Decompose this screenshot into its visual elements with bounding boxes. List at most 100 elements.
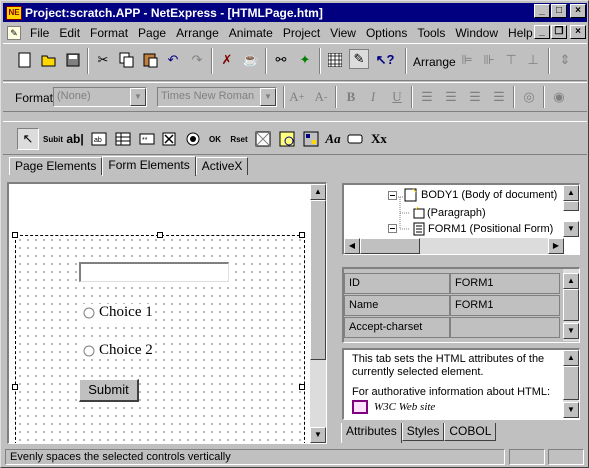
ok-button-tool-icon[interactable]: OK (205, 129, 225, 149)
menu-view[interactable]: View (325, 26, 361, 40)
align-text-center-icon[interactable]: ☰ (441, 87, 461, 107)
mdi-close-button[interactable]: × (570, 25, 586, 39)
copy-icon[interactable] (117, 50, 137, 70)
tab-styles[interactable]: Styles (401, 423, 445, 441)
scroll-down-icon[interactable]: ▼ (563, 323, 579, 339)
tree-item-paragraph[interactable]: (Paragraph) (412, 206, 486, 220)
scroll-up-icon[interactable]: ▲ (563, 350, 579, 366)
submit-button[interactable]: Submit (79, 379, 139, 402)
align-text-left-icon[interactable]: ☰ (417, 87, 437, 107)
new-icon[interactable] (15, 50, 35, 70)
imagemap-tool-icon[interactable] (277, 129, 297, 149)
scroll-down-icon[interactable]: ▼ (563, 221, 579, 237)
edit-mode-icon[interactable]: ✎ (349, 49, 369, 69)
font-grow-icon[interactable]: A + (287, 87, 307, 107)
title-bar[interactable]: NE Project:scratch.APP - NetExpress - [H… (3, 3, 587, 22)
menu-options[interactable]: Options (361, 26, 412, 40)
font-shrink-icon[interactable]: A- (311, 87, 331, 107)
maximize-button[interactable]: □ (551, 4, 567, 18)
tab-attributes[interactable]: Attributes (341, 423, 402, 443)
resize-handle[interactable] (12, 384, 18, 390)
cut-icon[interactable]: ✂ (93, 50, 113, 70)
tree-collapse-icon[interactable] (388, 191, 397, 203)
image-tool-icon[interactable] (253, 129, 273, 149)
outline-tree[interactable]: BODY1 (Body of document) (Paragraph) FOR… (342, 183, 580, 255)
radio-choice-1[interactable]: Choice 1 (83, 304, 153, 321)
reset-tool-icon[interactable]: Rset (229, 129, 249, 149)
w3c-link[interactable]: W3C Web site (352, 400, 435, 414)
tree-hscroll[interactable]: ◀ ▶ (344, 238, 564, 254)
background-icon[interactable]: ◉ (549, 87, 569, 107)
chevron-down-icon[interactable]: ▼ (130, 88, 146, 106)
grid-scrollbar[interactable]: ▲ ▼ (563, 269, 579, 341)
prop-value[interactable] (450, 317, 560, 338)
menu-help[interactable]: Help (503, 26, 538, 40)
save-icon[interactable] (63, 50, 83, 70)
menu-window[interactable]: Window (450, 26, 503, 40)
align-left-icon[interactable]: ⊫ (457, 50, 477, 70)
style-combo[interactable]: (None) ▼ (53, 87, 147, 107)
help-scrollbar[interactable]: ▲ ▼ (563, 350, 579, 418)
link-icon[interactable]: ⚯ (271, 50, 291, 70)
password-tool-icon[interactable]: ** (137, 129, 157, 149)
textarea-tool-icon[interactable]: ab (89, 129, 109, 149)
grid-icon[interactable] (325, 50, 345, 70)
color-icon[interactable]: ◎ (519, 87, 539, 107)
table-tool-icon[interactable] (113, 129, 133, 149)
tab-page-elements[interactable]: Page Elements (9, 157, 103, 175)
scroll-up-icon[interactable]: ▲ (563, 273, 579, 289)
justify-icon[interactable]: ☰ (489, 87, 509, 107)
page-editor[interactable]: Choice 1 Choice 2 Submit ▲ ▼ (7, 182, 327, 444)
chevron-down-icon[interactable]: ▼ (260, 88, 276, 106)
paste-icon[interactable] (141, 50, 161, 70)
scroll-right-icon[interactable]: ▶ (548, 238, 564, 254)
menu-tools[interactable]: Tools (412, 26, 450, 40)
resize-handle[interactable] (12, 232, 18, 238)
space-vertical-icon[interactable]: ⇕ (555, 50, 575, 70)
tree-item-form[interactable]: FORM1 (Positional Form) (412, 222, 553, 236)
open-icon[interactable] (39, 50, 59, 70)
text-field-tool-icon[interactable]: ab| (65, 129, 85, 149)
scroll-thumb[interactable] (563, 289, 579, 321)
align-right-icon[interactable]: ⊪ (479, 50, 499, 70)
tab-activex[interactable]: ActiveX (195, 157, 249, 175)
radio-choice-2[interactable]: Choice 2 (83, 342, 153, 359)
tree-collapse-icon[interactable] (388, 224, 397, 236)
menu-file[interactable]: File (25, 26, 54, 40)
wizard-icon[interactable]: ✦ (295, 50, 315, 70)
menu-page[interactable]: Page (133, 26, 171, 40)
redo-icon[interactable]: ↷ (187, 50, 207, 70)
pointer-icon[interactable]: ↖ (17, 128, 39, 150)
font-combo[interactable]: Times New Roman ▼ (157, 87, 277, 107)
close-button[interactable]: × (570, 4, 586, 18)
app-icon[interactable]: NE (6, 5, 22, 20)
bold-icon[interactable]: B (341, 87, 361, 107)
align-top-icon[interactable]: ⊤ (501, 50, 521, 70)
menu-edit[interactable]: Edit (54, 26, 85, 40)
scroll-thumb[interactable] (563, 201, 579, 211)
prop-value[interactable]: FORM1 (450, 273, 560, 294)
mdi-minimize-button[interactable]: _ (534, 25, 550, 39)
editor-scrollbar[interactable]: ▲ ▼ (310, 184, 326, 443)
scroll-down-icon[interactable]: ▼ (310, 427, 326, 443)
document-icon[interactable]: ✎ (7, 25, 21, 40)
menu-project[interactable]: Project (278, 26, 325, 40)
submit-tool-icon[interactable]: Subit (43, 129, 63, 149)
run-icon[interactable]: ☕ (241, 50, 261, 70)
checkbox-tool-icon[interactable] (159, 129, 179, 149)
special-char-tool-icon[interactable]: Xx (369, 129, 389, 149)
scroll-down-icon[interactable]: ▼ (563, 402, 579, 418)
text-field[interactable] (79, 262, 229, 282)
menu-format[interactable]: Format (85, 26, 133, 40)
prop-value[interactable]: FORM1 (450, 295, 560, 316)
align-bottom-icon[interactable]: ⊥ (523, 50, 543, 70)
resize-handle[interactable] (299, 384, 305, 390)
context-help-icon[interactable]: ↖? (375, 50, 395, 70)
scroll-up-icon[interactable]: ▲ (310, 184, 326, 200)
scroll-thumb[interactable] (310, 200, 326, 360)
scroll-up-icon[interactable]: ▲ (563, 185, 579, 201)
underline-icon[interactable]: U (387, 87, 407, 107)
scroll-thumb[interactable] (360, 238, 420, 254)
resize-handle[interactable] (157, 232, 163, 238)
tab-cobol[interactable]: COBOL (444, 423, 497, 441)
